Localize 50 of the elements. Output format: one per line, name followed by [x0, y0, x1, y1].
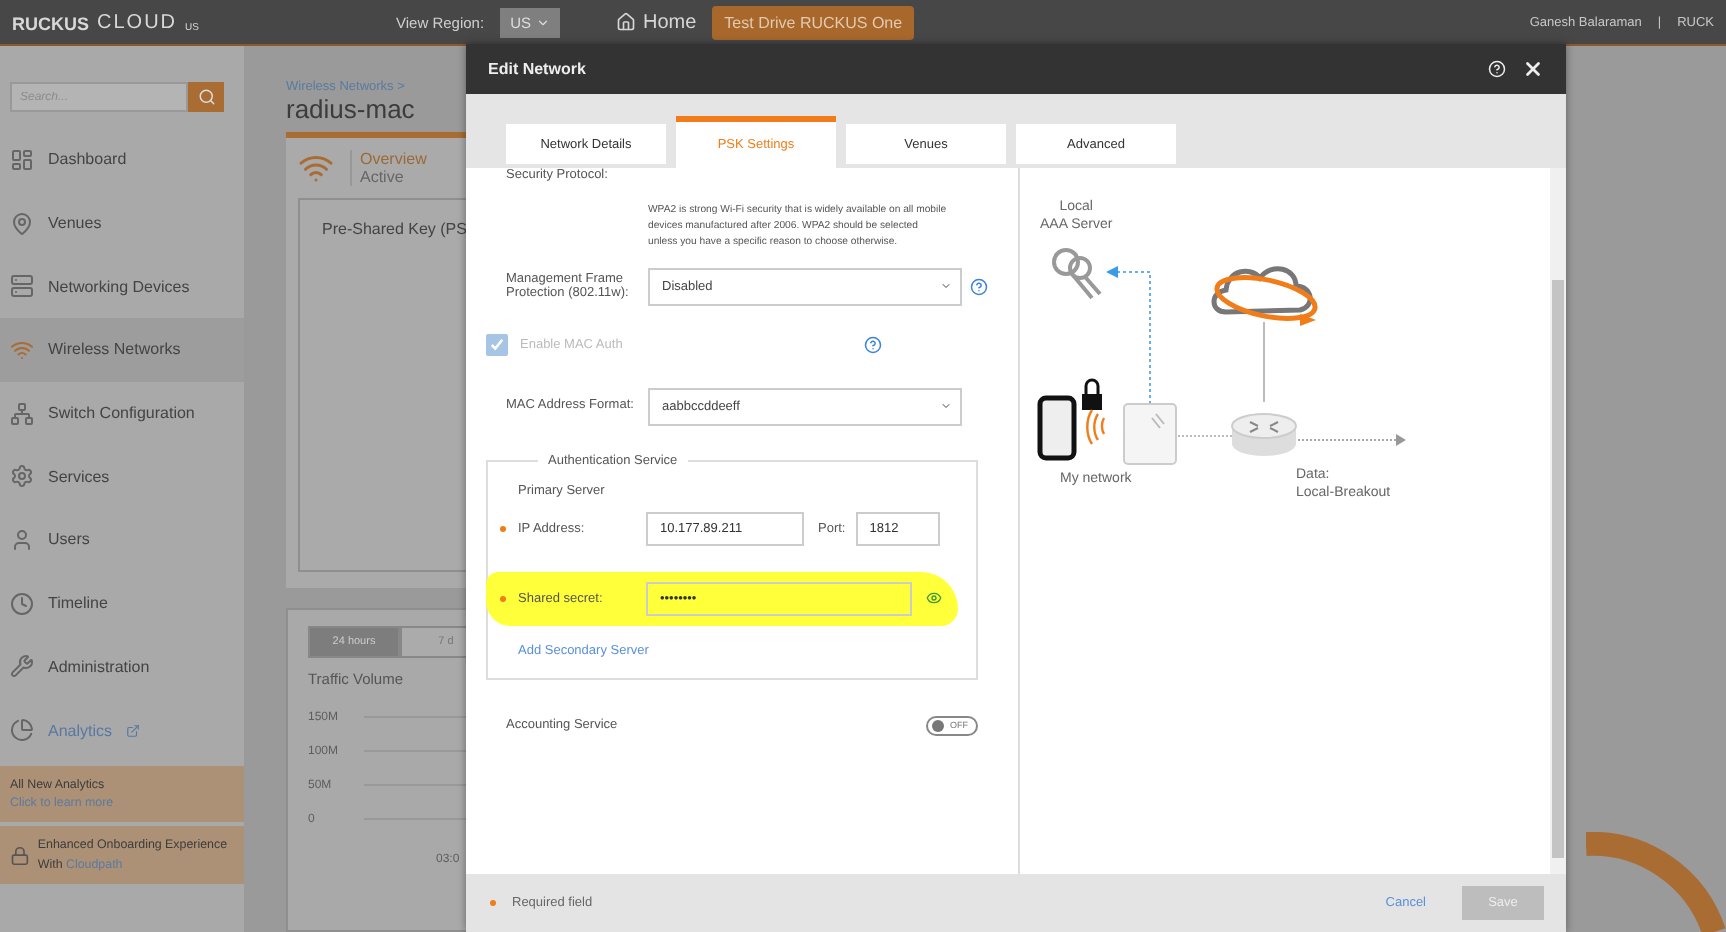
- test-drive-button[interactable]: Test Drive RUCKUS One: [712, 5, 915, 39]
- scrollbar[interactable]: [1550, 168, 1566, 874]
- clock-icon: [10, 591, 34, 616]
- caret-icon: [536, 15, 551, 29]
- user-icon: [10, 527, 34, 552]
- sidebar-item[interactable]: Timeline: [0, 571, 244, 635]
- lock-icon: [10, 841, 30, 870]
- sidebar-item[interactable]: Dashboard: [0, 128, 244, 192]
- key-icon: [1052, 248, 1102, 300]
- gear-icon: [10, 464, 34, 489]
- connector-line: [1263, 321, 1265, 403]
- caret-icon: [940, 400, 952, 413]
- overview-label: Overview: [360, 150, 427, 168]
- dialog-title: Edit Network: [488, 60, 588, 78]
- pie-chart-icon: [10, 718, 34, 743]
- sidebar-item[interactable]: Networking Devices: [0, 254, 244, 319]
- search-icon: [197, 88, 215, 106]
- sidebar-item[interactable]: Administration: [0, 635, 244, 699]
- cloud-icon: [1211, 266, 1318, 326]
- access-point-icon: [1123, 403, 1177, 465]
- signal-icon: [1086, 409, 1106, 445]
- connector-line: [1177, 435, 1233, 437]
- status-text: Active: [360, 168, 406, 186]
- router-icon: [1231, 413, 1297, 456]
- sidebar-item[interactable]: Switch Configuration: [0, 381, 244, 445]
- sidebar-item[interactable]: Services: [0, 444, 244, 509]
- sidebar-item[interactable]: Venues: [0, 191, 244, 255]
- wrench-icon: [10, 654, 34, 679]
- sidebar-item[interactable]: Wireless Networks: [0, 318, 244, 382]
- lock-icon: [1082, 378, 1102, 410]
- arc-drawing: [1586, 832, 1726, 932]
- external-link-icon: [126, 723, 141, 738]
- map-pin-icon: [10, 211, 34, 236]
- close-icon[interactable]: [1522, 58, 1544, 80]
- dashed-connector: [1106, 266, 1151, 405]
- sidebar-item[interactable]: Users: [0, 508, 244, 572]
- required-mark: [490, 900, 496, 906]
- network-icon: [10, 401, 34, 426]
- card-title: Pre-Shared Key (PS: [322, 220, 467, 238]
- dashboard-icon: [10, 147, 34, 172]
- home-icon: [616, 12, 637, 32]
- phone-icon: [1037, 395, 1077, 461]
- wifi-icon: [298, 150, 334, 186]
- server-icon: [10, 274, 34, 299]
- home-link[interactable]: Home: [616, 11, 697, 33]
- search-button[interactable]: [188, 82, 224, 112]
- dashed-arrow: [1297, 434, 1406, 446]
- eye-icon[interactable]: [926, 590, 942, 607]
- page-title: radius-mac: [286, 94, 417, 124]
- caret-icon: [940, 280, 952, 293]
